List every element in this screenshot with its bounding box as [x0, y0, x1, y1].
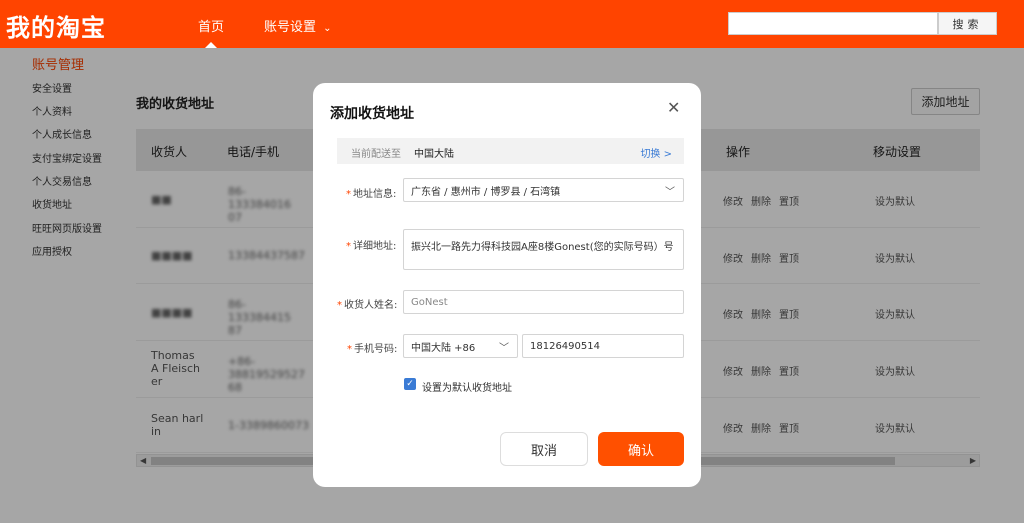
delivery-region-bar: 当前配送至 中国大陆 切换 > — [337, 138, 684, 164]
confirm-button[interactable]: 确认 — [598, 432, 684, 466]
dialog-title: 添加收货地址 — [330, 106, 414, 122]
default-address-label[interactable]: 设置为默认收货地址 — [422, 379, 512, 394]
nav-account-settings[interactable]: 账号设置 ⌄ — [264, 16, 332, 35]
region-switch-link[interactable]: 切换 > — [640, 145, 672, 160]
region-label: 当前配送至 — [351, 149, 401, 160]
chevron-down-icon: ﹀ — [665, 186, 675, 198]
phone-country-select[interactable]: 中国大陆 +86 ﹀ — [403, 334, 518, 358]
chevron-down-icon: ﹀ — [499, 342, 509, 354]
phone-number-input[interactable]: 18126490514 — [522, 334, 684, 358]
detail-address-label: * 详细地址: — [346, 241, 397, 252]
receiver-name-value: GoNest — [411, 296, 448, 308]
phone-number-value: 18126490514 — [530, 340, 600, 352]
detail-address-value: 振兴北一路先力得科技园A座8楼Gonest(您的实际号码）号 — [411, 242, 674, 253]
phone-country-value: 中国大陆 +86 — [411, 342, 476, 354]
region-value: 中国大陆 — [414, 149, 454, 160]
receiver-name-label: * 收货人姓名: — [337, 300, 398, 311]
search-button[interactable]: 搜索 — [938, 12, 997, 35]
nav-home[interactable]: 首页 — [198, 16, 224, 35]
phone-label: * 手机号码: — [347, 344, 398, 355]
top-bar: 我的淘宝 首页 账号设置 ⌄ 搜索 — [0, 0, 1024, 48]
detail-address-textarea[interactable]: 振兴北一路先力得科技园A座8楼Gonest(您的实际号码）号 — [403, 229, 684, 270]
address-label: * 地址信息: — [346, 189, 397, 200]
default-address-checkbox[interactable]: ✓ — [404, 378, 416, 390]
receiver-name-input[interactable]: GoNest — [403, 290, 684, 314]
site-logo[interactable]: 我的淘宝 — [6, 8, 106, 43]
nav-account-label: 账号设置 — [264, 20, 317, 35]
add-address-dialog: 添加收货地址 ✕ 当前配送至 中国大陆 切换 > * 地址信息: 广东省 / 惠州… — [313, 83, 701, 487]
address-region-value: 广东省 / 惠州市 / 博罗县 / 石湾镇 — [411, 186, 561, 198]
cancel-button[interactable]: 取消 — [500, 432, 588, 466]
chevron-down-icon: ⌄ — [323, 23, 332, 34]
search-input[interactable] — [728, 12, 938, 35]
close-icon[interactable]: ✕ — [667, 98, 680, 117]
address-region-select[interactable]: 广东省 / 惠州市 / 博罗县 / 石湾镇 ﹀ — [403, 178, 684, 202]
